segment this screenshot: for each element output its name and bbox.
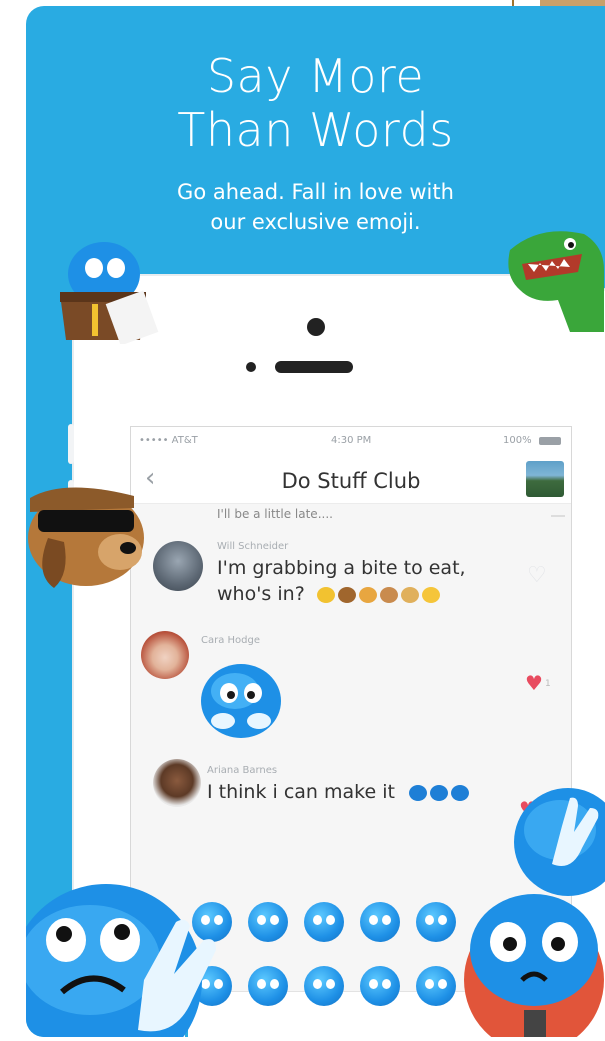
message-text-line-2-text: who's in? — [217, 583, 305, 605]
message-text-line-2: who's in? — [217, 581, 443, 607]
heart-icon — [551, 505, 565, 517]
carrier-label: ••••• AT&T — [139, 435, 198, 446]
headline-line-1: Say More — [206, 49, 425, 103]
taco-emoji-icon — [316, 586, 335, 603]
battery-label: 100% — [503, 435, 532, 446]
keyboard-emoji-icon[interactable] — [248, 902, 288, 942]
avatar[interactable] — [141, 631, 189, 679]
cheese-emoji-icon — [421, 586, 440, 603]
blue-blob-peace-sign-sticker-icon — [512, 786, 605, 910]
pizza-emoji-icon — [358, 586, 377, 603]
message-text-content: I think i can make it — [207, 781, 395, 803]
message-cara: Cara Hodge ♥ 1 — [131, 623, 571, 743]
burrito-emoji-icon — [400, 586, 419, 603]
sender-name: Cara Hodge — [201, 635, 261, 646]
headline-line-2: Than Words — [177, 103, 454, 157]
message-text-line-1: I'm grabbing a bite to eat, — [217, 557, 466, 579]
sender-name: Will Schneider — [217, 541, 289, 552]
keyboard-emoji-icon[interactable] — [360, 902, 400, 942]
burger-emoji-icon — [337, 586, 356, 603]
message-cutoff-text: I'll be a little late.... — [217, 507, 333, 521]
confused-blue-blob-sticker-icon — [26, 870, 246, 1037]
keyboard-emoji-icon[interactable] — [248, 966, 288, 1006]
message-will: Will Schneider I'm grabbing a bite to ea… — [131, 527, 571, 617]
group-photo-icon[interactable] — [526, 461, 564, 497]
avatar[interactable] — [153, 759, 201, 807]
subtitle-line-1: Go ahead. Fall in love with — [177, 180, 454, 204]
heart-icon[interactable]: ♡ — [527, 563, 547, 588]
promo-banner: Say More Than Words Go ahead. Fall in lo… — [26, 6, 605, 1037]
heart-count: 1 — [545, 679, 551, 689]
green-dinosaur-sticker-icon — [500, 220, 605, 344]
app-store-screenshot: Say More Than Words Go ahead. Fall in lo… — [0, 0, 605, 1041]
message-text: I think i can make it — [207, 779, 472, 805]
keyboard-emoji-icon[interactable] — [304, 966, 344, 1006]
keyboard-emoji-icon[interactable] — [360, 966, 400, 1006]
nav-bar: ‹ Do Stuff Club — [131, 455, 571, 504]
fingers-crossed-emoji-icon — [429, 784, 448, 801]
blue-blob-sticker-icon — [199, 657, 283, 739]
ice-cream-emoji-icon — [379, 586, 398, 603]
phone-sensor — [246, 362, 256, 372]
dog-with-sunglasses-sticker-icon — [26, 478, 154, 602]
message-ariana: Ariana Barnes I think i can make it ♥ 1 — [131, 751, 571, 831]
phone-speaker — [275, 361, 353, 373]
blue-blob-with-book-sticker-icon — [54, 234, 164, 348]
fingers-crossed-emoji-icon — [450, 784, 469, 801]
keyboard-emoji-icon[interactable] — [304, 902, 344, 942]
status-bar: ••••• AT&T 4:30 PM 100% — [131, 427, 571, 455]
fingers-crossed-emoji-icon — [408, 784, 427, 801]
battery-icon — [539, 437, 561, 445]
chat-title: Do Stuff Club — [281, 469, 421, 493]
heart-icon[interactable]: ♥ — [525, 671, 543, 695]
phone-camera — [307, 318, 325, 336]
clock-label: 4:30 PM — [331, 435, 372, 446]
avatar[interactable] — [153, 541, 203, 591]
phone-volume-button — [68, 424, 74, 464]
sender-name: Ariana Barnes — [207, 765, 278, 776]
